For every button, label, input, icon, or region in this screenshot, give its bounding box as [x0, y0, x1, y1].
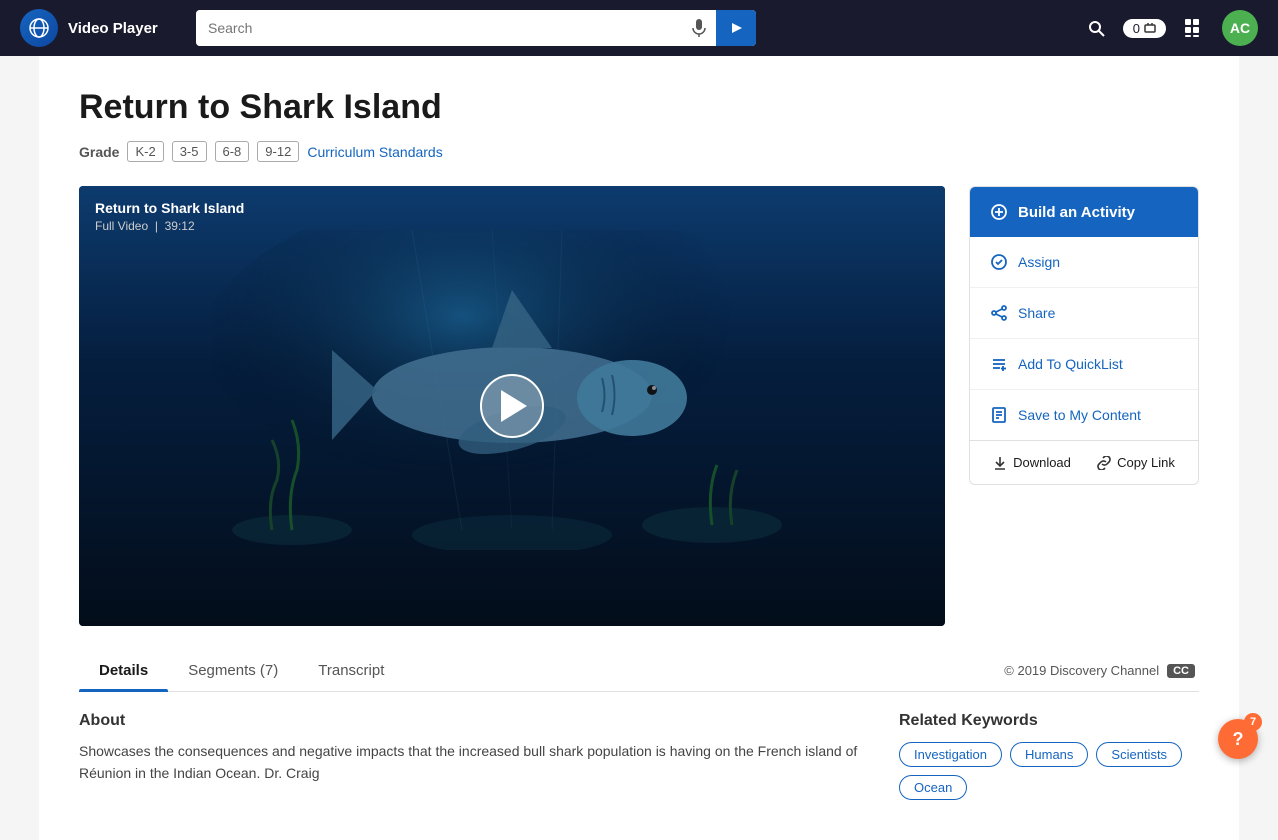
grade-912: 9-12: [257, 141, 299, 162]
help-button[interactable]: 7 ?: [1218, 719, 1258, 759]
sidebar: Build an Activity Assign: [969, 186, 1199, 485]
copy-link-button[interactable]: Copy Link: [1097, 455, 1175, 470]
grade-35: 3-5: [172, 141, 207, 162]
play-button[interactable]: [480, 374, 544, 438]
video-info-overlay: Return to Shark Island Full Video | 39:1…: [95, 200, 244, 233]
video-title-overlay: Return to Shark Island: [95, 200, 244, 216]
page-title: Return to Shark Island: [79, 88, 1199, 127]
logo-icon: [20, 9, 58, 47]
about-left: About Showcases the consequences and neg…: [79, 712, 859, 800]
keywords-row: Investigation Humans Scientists Ocean: [899, 742, 1199, 800]
download-label: Download: [1013, 455, 1071, 470]
keywords-heading: Related Keywords: [899, 712, 1199, 730]
copyright-row: © 2019 Discovery Channel CC: [1004, 663, 1199, 678]
search-icon[interactable]: [1087, 19, 1105, 37]
badge-count: 0: [1133, 21, 1140, 36]
tab-details[interactable]: Details: [79, 650, 168, 691]
grade-row: Grade K-2 3-5 6-8 9-12 Curriculum Standa…: [79, 141, 1199, 162]
share-button[interactable]: Share: [970, 288, 1198, 339]
video-type: Full Video: [95, 219, 148, 233]
copy-link-label: Copy Link: [1117, 455, 1175, 470]
assign-button[interactable]: Assign: [970, 237, 1198, 288]
avatar[interactable]: AC: [1222, 10, 1258, 46]
tab-segments-label: Segments (7): [188, 662, 278, 679]
grade-k2: K-2: [127, 141, 163, 162]
curriculum-standards-link[interactable]: Curriculum Standards: [307, 144, 442, 160]
about-heading: About: [79, 712, 859, 730]
search-submit-button[interactable]: [716, 10, 756, 46]
video-duration: 39:12: [165, 219, 195, 233]
save-to-content-button[interactable]: Save to My Content: [970, 390, 1198, 440]
tab-details-label: Details: [99, 662, 148, 679]
build-activity-label: Build an Activity: [1018, 204, 1135, 221]
header-title: Video Player: [68, 20, 158, 37]
sidebar-bottom-actions: Download Copy Link: [970, 440, 1198, 484]
play-icon: [501, 390, 527, 422]
main-content: Return to Shark Island Grade K-2 3-5 6-8…: [39, 56, 1239, 840]
about-text: Showcases the consequences and negative …: [79, 740, 859, 785]
mic-button[interactable]: [682, 10, 716, 46]
about-right: Related Keywords Investigation Humans Sc…: [899, 712, 1199, 800]
logo: Video Player: [20, 9, 180, 47]
content-row: Return to Shark Island Full Video | 39:1…: [79, 186, 1199, 626]
video-overlay: Return to Shark Island Full Video | 39:1…: [79, 186, 945, 626]
grade-68: 6-8: [215, 141, 250, 162]
search-bar: [196, 10, 756, 46]
tabs-left: Details Segments (7) Transcript: [79, 650, 404, 691]
header: Video Player 0: [0, 0, 1278, 56]
video-subtitle-overlay: Full Video | 39:12: [95, 219, 244, 233]
video-player[interactable]: Return to Shark Island Full Video | 39:1…: [79, 186, 945, 626]
sidebar-card: Build an Activity Assign: [969, 186, 1199, 485]
grade-label: Grade: [79, 144, 119, 160]
search-input[interactable]: [196, 10, 682, 46]
cc-badge: CC: [1167, 664, 1195, 678]
tab-transcript-label: Transcript: [318, 662, 384, 679]
save-to-content-label: Save to My Content: [1018, 407, 1141, 423]
copyright-text: © 2019 Discovery Channel: [1004, 663, 1159, 678]
header-right: 0 AC: [1087, 10, 1258, 46]
keyword-investigation[interactable]: Investigation: [899, 742, 1002, 767]
grid-icon[interactable]: [1184, 18, 1204, 38]
keyword-scientists[interactable]: Scientists: [1096, 742, 1182, 767]
about-section: About Showcases the consequences and neg…: [79, 712, 1199, 800]
badge-counter[interactable]: 0: [1123, 19, 1166, 38]
help-badge: 7: [1244, 713, 1262, 731]
avatar-initials: AC: [1230, 20, 1250, 36]
assign-label: Assign: [1018, 254, 1060, 270]
tab-transcript[interactable]: Transcript: [298, 650, 404, 691]
help-icon: ?: [1233, 729, 1244, 750]
download-button[interactable]: Download: [993, 455, 1071, 470]
tabs-row: Details Segments (7) Transcript © 2019 D…: [79, 650, 1199, 692]
share-label: Share: [1018, 305, 1055, 321]
keyword-humans[interactable]: Humans: [1010, 742, 1088, 767]
build-activity-button[interactable]: Build an Activity: [970, 187, 1198, 237]
tab-segments[interactable]: Segments (7): [168, 650, 298, 691]
add-to-quicklist-button[interactable]: Add To QuickList: [970, 339, 1198, 390]
add-to-quicklist-label: Add To QuickList: [1018, 356, 1123, 372]
